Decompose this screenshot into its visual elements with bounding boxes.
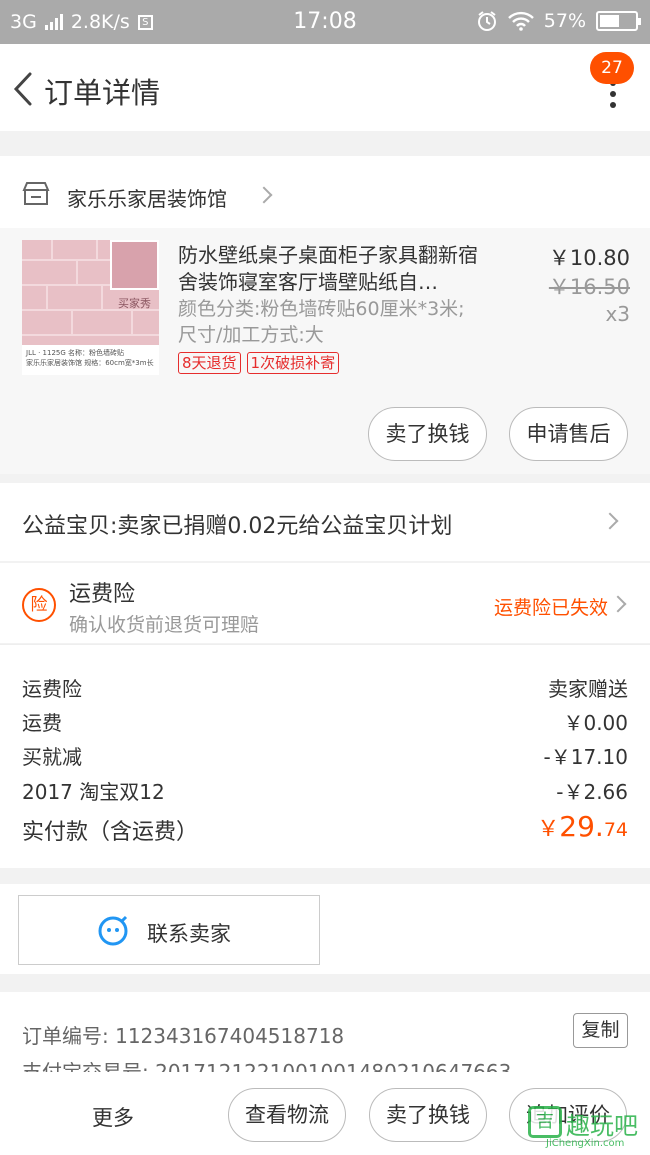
product-image[interactable]: 买家秀 JLL · 1125G 名称：粉色墙砖贴 家乐乐家居装饰馆 规格：60c… [22,240,159,375]
product-spec: 颜色分类:粉色墙砖贴60厘米*3米; 尺寸/加工方式:大 [178,296,498,348]
product-price: ￥10.80 [548,246,630,270]
total-decimal: 74 [603,819,628,841]
product-image-inset [110,240,159,290]
fee-value: ￥0.00 [563,711,628,735]
original-price: ￥16.50 [548,275,630,299]
battery-percent: 57% [543,10,586,32]
image-band-line1: JLL · 1125G 名称：粉色墙砖贴 [26,349,125,357]
fee-label: 运费 [22,711,62,735]
product-spec-size: 尺寸/加工方式:大 [178,324,324,346]
site-watermark: 吉 趣玩吧 JiChengXin.com [528,1100,646,1150]
product-title[interactable]: 防水壁纸桌子桌面柜子家具翻新宿舍装饰寝室客厅墙壁贴纸自… [178,242,488,296]
insurance-status: 运费险已失效 [493,597,608,619]
contact-seller-label: 联系卖家 [147,922,231,946]
fee-row-shipping: 运费 ￥0.00 [22,707,628,735]
chat-bubble-icon [98,915,128,946]
page-title: 订单详情 [44,76,161,110]
sell-swap-bottom-button[interactable]: 卖了换钱 [369,1088,487,1142]
fee-row-double12: 2017 淘宝双12 -￥2.66 [22,776,628,804]
product-spec-color: 颜色分类:粉色墙砖贴60厘米*3米; [178,298,465,320]
total-amount: ￥29.74 [537,810,628,843]
navigation-bar: 订单详情 27 [0,44,650,131]
total-currency: ￥ [537,817,560,842]
fee-value: -￥2.66 [556,780,628,804]
after-sale-button[interactable]: 申请售后 [509,407,628,461]
total-integer: 29. [559,810,604,843]
copy-button[interactable]: 复制 [573,1013,628,1048]
fee-row-discount: 买就减 -￥17.10 [22,741,628,769]
shop-icon [22,182,50,205]
more-menu-icon[interactable] [608,80,618,110]
alarm-icon [477,11,496,31]
insurance-title: 运费险 [69,582,136,607]
buyer-show-stamp: 买家秀 [118,297,151,310]
total-label: 实付款（含运费） [22,820,199,845]
fee-row-insurance: 运费险 卖家赠送 [22,673,628,701]
fee-label: 买就减 [22,745,82,769]
status-right: 57% [476,10,641,32]
watermark-url: JiChengXin.com [546,1138,625,1149]
product-image-band: JLL · 1125G 名称：粉色墙砖贴 家乐乐家居装饰馆 规格：60cm宽*3… [22,345,159,375]
insurance-subtitle: 确认收货前退货可理赔 [69,614,260,636]
service-tags: 8天退货 1次破损补寄 [178,352,340,374]
order-number: 订单编号: 112343167404518718 [22,1024,345,1048]
battery-fill [600,15,619,27]
back-icon[interactable] [10,70,40,108]
fee-value: -￥17.10 [543,745,628,769]
view-logistics-button[interactable]: 查看物流 [228,1088,346,1142]
fee-label: 2017 淘宝双12 [22,780,165,804]
shop-name[interactable]: 家乐乐家居装饰馆 [67,183,227,212]
status-bar: 3G 2.8K/s S 17:08 57% [0,0,650,44]
battery-icon [596,11,641,31]
alipay-trade-number: 支付宝交易号: 2017121221001001480210647663 [22,1060,512,1072]
product-quantity: x3 [605,302,630,326]
sell-swap-button[interactable]: 卖了换钱 [368,407,487,461]
charity-text: 公益宝贝:卖家已捐赠0.02元给公益宝贝计划 [22,514,453,539]
fee-value: 卖家赠送 [548,677,628,701]
watermark-box: 吉 [528,1106,562,1138]
watermark-text: 趣玩吧 [566,1112,638,1140]
insurance-icon: 险 [22,588,56,622]
wifi-icon [507,11,534,31]
more-button[interactable]: 更多 [92,1102,134,1132]
damage-tag: 1次破损补寄 [246,352,340,374]
message-badge: 27 [590,52,634,84]
contact-seller-button[interactable]: 联系卖家 [18,895,320,965]
return-tag: 8天退货 [178,352,241,374]
image-band-line2: 家乐乐家居装饰馆 规格：60cm宽*3m长 [26,359,154,367]
fee-label: 运费险 [22,677,82,701]
